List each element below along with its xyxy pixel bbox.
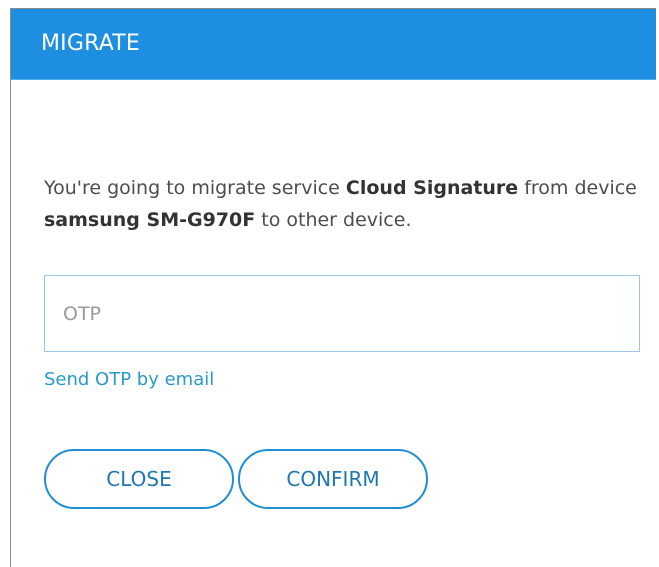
close-button[interactable]: CLOSE [44,449,234,509]
dialog-title: MIGRATE [41,31,140,56]
message-text-2: from device [518,177,637,199]
migrate-dialog: MIGRATE You're going to migrate service … [10,8,656,567]
send-otp-by-email-link[interactable]: Send OTP by email [44,369,214,390]
device-name: samsung SM-G970F [44,209,256,231]
otp-input[interactable] [44,275,640,352]
message-text-3: to other device. [255,209,412,231]
migrate-message: You're going to migrate service Cloud Si… [44,172,654,236]
dialog-header: MIGRATE [11,9,656,80]
confirm-button[interactable]: CONFIRM [238,449,428,509]
message-text-1: You're going to migrate service [44,177,346,199]
service-name: Cloud Signature [345,177,519,199]
